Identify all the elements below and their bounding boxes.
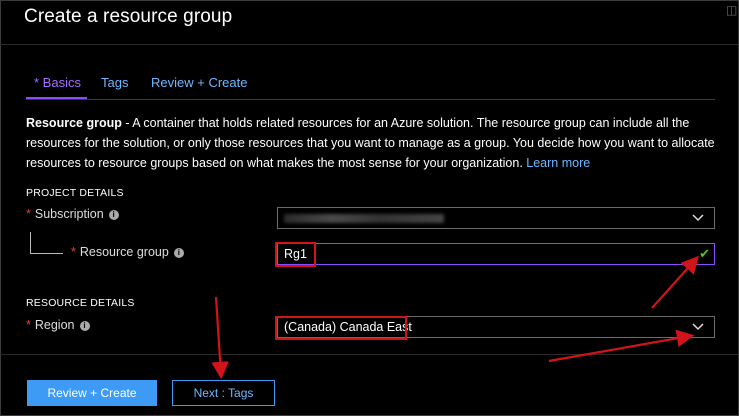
title-divider: [0, 44, 739, 45]
footer-divider: [0, 354, 739, 355]
section-heading-project-details: PROJECT DETAILS: [26, 187, 124, 199]
description-lead: Resource group: [26, 116, 122, 130]
required-marker: *: [71, 245, 76, 259]
subscription-label-text: Subscription: [34, 207, 104, 221]
resource-group-input[interactable]: Rg1 ✔: [277, 243, 715, 265]
tree-connector-vertical: [30, 232, 31, 254]
chevron-down-icon: [692, 214, 704, 222]
resource-group-value: Rg1: [284, 247, 307, 261]
required-marker: *: [34, 75, 43, 90]
info-icon[interactable]: i: [79, 320, 90, 331]
check-icon: ✔: [699, 246, 710, 261]
description: Resource group - A container that holds …: [26, 113, 720, 173]
chevron-down-icon: [692, 323, 704, 331]
learn-more-link[interactable]: Learn more: [526, 156, 590, 170]
subscription-value-obscured: [284, 214, 444, 223]
region-label: * Region i: [26, 318, 90, 332]
tab-review-create-label: Review + Create: [151, 75, 248, 90]
region-value: (Canada) Canada East: [284, 320, 412, 334]
info-icon[interactable]: i: [173, 247, 184, 258]
review-create-button[interactable]: Review + Create: [27, 380, 157, 406]
resource-group-label: * Resource group i: [71, 245, 184, 259]
tree-connector-horizontal: [30, 253, 63, 254]
page-title: Create a resource group: [24, 6, 233, 27]
info-icon[interactable]: i: [108, 209, 119, 220]
region-dropdown[interactable]: (Canada) Canada East: [277, 316, 715, 338]
section-heading-resource-details: RESOURCE DETAILS: [26, 297, 135, 309]
tab-tags-label: Tags: [101, 75, 129, 90]
tab-tags[interactable]: Tags: [101, 75, 128, 90]
required-marker: *: [26, 207, 31, 221]
tab-review-create[interactable]: Review + Create: [151, 75, 247, 90]
description-text: - A container that holds related resourc…: [26, 116, 715, 170]
tab-basics-label: Basics: [42, 75, 81, 90]
region-label-text: Region: [34, 318, 75, 332]
required-marker: *: [26, 318, 31, 332]
subscription-label: * Subscription i: [26, 207, 119, 221]
maximize-icon[interactable]: ◫: [726, 4, 739, 17]
tabs-divider: [26, 99, 715, 100]
resource-group-label-text: Resource group: [79, 245, 169, 259]
tab-basics[interactable]: * Basics: [34, 75, 81, 90]
subscription-dropdown[interactable]: [277, 207, 715, 229]
next-tags-button[interactable]: Next : Tags: [172, 380, 275, 406]
